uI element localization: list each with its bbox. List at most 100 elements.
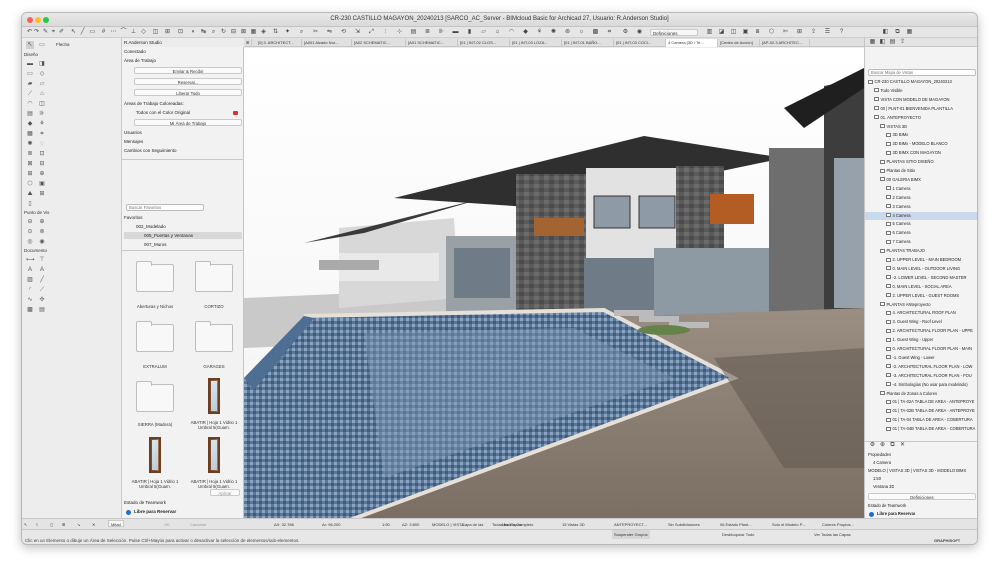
tracked-changes-section[interactable]: Cambios con Seguimiento (124, 147, 242, 154)
walls-icon[interactable]: ▥ (706, 29, 713, 36)
folder-icon[interactable] (136, 321, 174, 352)
colors-selector[interactable]: Colores Propios... (822, 520, 854, 529)
panel-workspace-header[interactable]: Área de Trabajo (124, 57, 242, 64)
subdivisions-selector[interactable]: Sin Subdivisiones (668, 520, 700, 529)
door-thumbnail[interactable] (149, 437, 161, 473)
ok-button[interactable]: OK (164, 520, 170, 529)
redo-icon[interactable]: ↷ (33, 29, 40, 36)
shell-icon[interactable]: ◠ (508, 29, 515, 36)
floors-icon[interactable]: ▣ (742, 29, 749, 36)
arrange-icon[interactable]: ▭ (89, 29, 96, 36)
tab-view[interactable]: [01 | INT-01 BAÑO... (562, 39, 614, 47)
detail-tool-icon[interactable]: ◎ (26, 238, 34, 246)
dimension-tool-icon[interactable]: ⟷ (26, 256, 35, 264)
stair-icon[interactable]: ≣ (424, 29, 431, 36)
terrain-tool-icon[interactable]: ⛰ (26, 190, 34, 198)
navigator-icon[interactable]: ◧ (882, 29, 889, 36)
definitions-button[interactable]: Definiciones (868, 493, 976, 500)
zone-icon[interactable]: ▩ (592, 29, 599, 36)
send-receive-button[interactable]: Enviar & Recibir (134, 67, 242, 74)
grid-icon[interactable]: # (100, 29, 107, 36)
navigator-item[interactable]: 00 | PLNT-01 BIENVENIDA PLANTILLA (865, 105, 977, 113)
navigator-item[interactable]: 3D BIMx - MODELO BLANCO (865, 140, 977, 148)
model-view-selector[interactable]: Modelo Completo (502, 520, 533, 529)
navigator-item[interactable]: 3D BIMX CON MAGAYON (865, 149, 977, 157)
cube-tool-icon[interactable]: ⬡ (26, 180, 34, 188)
navigator-item[interactable]: 1 Camera (865, 185, 977, 193)
stretch-icon[interactable]: ⇲ (354, 29, 361, 36)
snap-icon[interactable]: ⋯ (110, 29, 117, 36)
tab-view[interactable]: [A02 SCHEMATIC... (352, 39, 406, 47)
favorites-search-input[interactable] (126, 204, 204, 211)
arrow-tool-icon[interactable]: ↖ (26, 41, 34, 49)
navigator-item[interactable]: PLANTAS TRABAJO (865, 247, 977, 255)
stair-tool-icon[interactable]: ⟋ (26, 90, 34, 98)
accessory-tool-icon[interactable]: ⊡ (38, 150, 46, 158)
tab-view[interactable]: [A001 Alzado Nor... (302, 39, 352, 47)
help-icon[interactable]: ? (838, 29, 845, 36)
figure-tool-icon[interactable]: ▩ (26, 306, 34, 314)
navigator-item[interactable]: Plantas de Sitio (865, 167, 977, 175)
lamp-icon[interactable]: ✺ (550, 29, 557, 36)
plan-icon[interactable]: ▦ (250, 29, 257, 36)
duct-tool-icon[interactable]: ⊟ (38, 160, 46, 168)
new-view-icon[interactable]: ⊕ (879, 442, 886, 449)
morph-icon[interactable]: ◆ (522, 29, 529, 36)
teamwork-status-section[interactable]: Estado de Teamwork (124, 499, 242, 506)
folder-icon[interactable] (195, 321, 233, 352)
shell-tool-icon[interactable]: ◠ (26, 100, 34, 108)
teamwork-status-section[interactable]: Estado de Teamwork (868, 502, 906, 510)
orbit-icon[interactable]: ↻ (220, 29, 227, 36)
properties-header[interactable]: Propiedades (868, 451, 891, 459)
definitions-dropdown[interactable]: Definiciones (650, 29, 698, 36)
level-dim-tool-icon[interactable]: ⊤ (38, 256, 46, 264)
brush-icon[interactable]: ✐ (58, 29, 65, 36)
pointer-icon[interactable]: ↖ (24, 520, 27, 529)
tab-view-active[interactable]: 4 Camera [3D / Te... (666, 39, 718, 47)
mitad-select[interactable]: Mitad (108, 520, 124, 527)
spline-tool-icon[interactable]: ∿ (26, 296, 34, 304)
view-options-icon[interactable]: ◉ (636, 29, 643, 36)
layout-book-icon[interactable]: ⧉ (894, 29, 901, 36)
stairs-2-tool-icon[interactable]: ≣ (26, 150, 34, 158)
drawing-tool-icon[interactable]: ▤ (38, 306, 46, 314)
marquee-tool-icon[interactable]: ▭ (38, 41, 46, 49)
navigator-item[interactable]: 01 | TA-02A TABLA DE AREA - ANTEPROYE (865, 398, 977, 406)
text-tool-icon[interactable]: A (26, 266, 34, 274)
opening-tool-icon[interactable]: ◌ (38, 140, 46, 148)
navigator-item[interactable]: 01 | TA-04B TABLA DE AREA - COBERTURA (865, 425, 977, 433)
section-tool-icon[interactable]: ⊖ (26, 218, 34, 226)
rotate-icon[interactable]: ⟲ (340, 29, 347, 36)
zoom-icon[interactable]: ⌕ (210, 29, 217, 36)
line-icon[interactable]: ╱ (79, 29, 86, 36)
snap-icon[interactable]: ⌇ (36, 520, 38, 529)
hotspot-tool-icon[interactable]: ✣ (38, 296, 46, 304)
messages-section[interactable]: Mensajes (124, 138, 242, 145)
line-tool-icon[interactable]: ╱ (38, 276, 46, 284)
navigator-item[interactable]: 3 Camera (865, 203, 977, 211)
navigator-item[interactable]: -3. ARCHITECTURAL FLOOR PLAN - FOU (865, 372, 977, 380)
tab-view[interactable]: [01 | INT-03 LOZA... (510, 39, 562, 47)
railing-tool-icon[interactable]: ⊪ (38, 110, 46, 118)
align-icon[interactable]: ⊡ (177, 29, 184, 36)
state-selector[interactable]: 06 Estado Plant... (720, 520, 752, 529)
pick-icon[interactable]: ⌖ (50, 29, 57, 36)
door-thumbnail[interactable] (208, 437, 220, 473)
reserve-button[interactable]: Reservar... (134, 78, 242, 85)
navigator-item[interactable]: 7 Camera (865, 238, 977, 246)
wall-icon[interactable]: ⌒ (120, 29, 127, 36)
magic-wand-icon[interactable]: ✎ (42, 29, 49, 36)
layout-icon[interactable]: ⊞ (796, 29, 803, 36)
beam-tool-icon[interactable]: ▰ (26, 80, 34, 88)
layer-combination-selector[interactable]: MODELO | VISTA... (432, 520, 467, 529)
worksheet-tool-icon[interactable]: ⊚ (38, 228, 46, 236)
explore-icon[interactable]: ↹ (200, 29, 207, 36)
mesh-tool-icon[interactable]: ⌗ (38, 130, 46, 138)
tab-view[interactable]: [0] 3. ARCHITECT... (256, 39, 302, 47)
tab-view[interactable]: [Centro de Acción] (718, 39, 760, 47)
frame-tool-icon[interactable]: ⊞ (38, 190, 46, 198)
curtain-wall-tool-icon[interactable]: ▤ (26, 110, 34, 118)
cut-icon[interactable]: ✄ (782, 29, 789, 36)
int-elevation-tool-icon[interactable]: ⊙ (26, 228, 34, 236)
windows-icon[interactable]: ◫ (730, 29, 737, 36)
